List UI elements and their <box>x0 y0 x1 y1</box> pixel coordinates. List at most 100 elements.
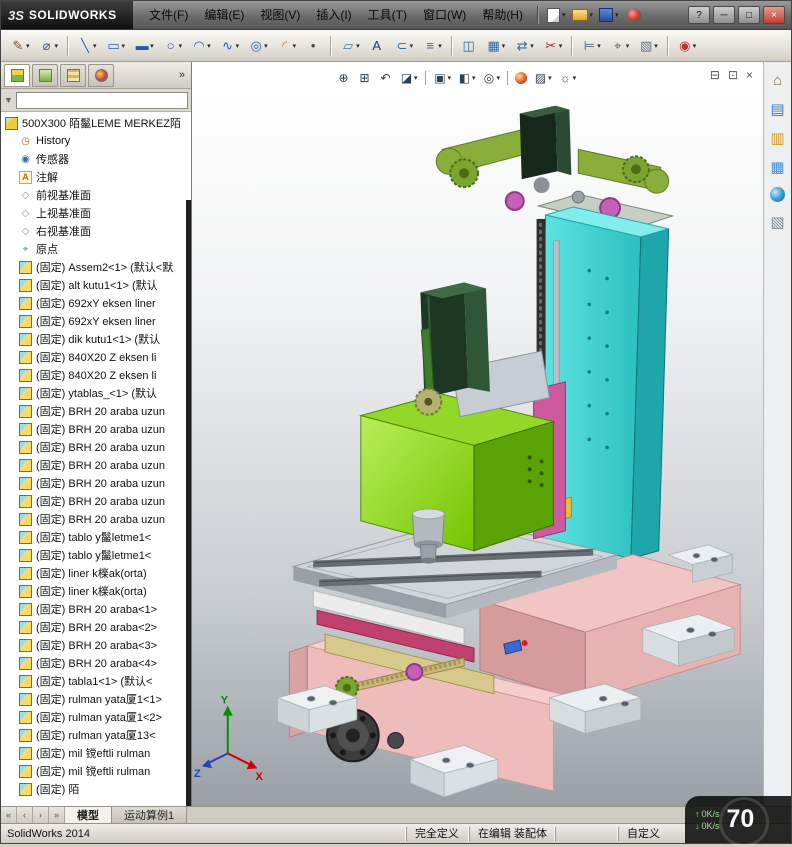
tab-nav-button-0[interactable]: « <box>1 807 17 823</box>
trim-entities-button[interactable]: ✂ ▾ <box>539 33 567 59</box>
tree-item[interactable]: ⌖ 原点 <box>1 240 191 258</box>
tab-nav-button-2[interactable]: › <box>33 807 49 823</box>
display-relations-button[interactable]: ⊨ ▾ <box>577 33 605 59</box>
save-button[interactable]: ▾ <box>596 6 622 24</box>
tree-item[interactable]: (固定) tablo y鬣letme1< <box>1 528 191 546</box>
tree-item[interactable]: (固定) 692xY eksen liner <box>1 312 191 330</box>
tree-item[interactable]: (固定) tablo y鬣letme1< <box>1 546 191 564</box>
new-document-button[interactable]: ▾ <box>544 6 569 25</box>
centerpoint-arc-button[interactable]: ◠ ▾ <box>187 33 215 59</box>
appearances-icon[interactable] <box>770 187 785 202</box>
solidworks-resources-icon[interactable]: ⌂ <box>773 72 782 89</box>
tree-item[interactable]: (固定) BRH 20 araba uzun <box>1 402 191 420</box>
straight-slot-button[interactable]: ▬ ▾ <box>130 33 158 59</box>
panel-tabs-overflow-button[interactable]: » <box>176 69 188 81</box>
file-explorer-icon[interactable]: ▥ <box>770 129 784 147</box>
tree-item[interactable]: A 注解 <box>1 168 191 186</box>
tree-item[interactable]: ◇ 前视基准面 <box>1 186 191 204</box>
cnc-machine-model[interactable]: Y X Z <box>192 62 763 806</box>
document-close-button[interactable]: × <box>746 68 753 82</box>
text-button[interactable]: A <box>365 33 389 59</box>
tree-item[interactable]: (固定) BRH 20 araba<4> <box>1 654 191 672</box>
smart-dimension-button[interactable]: ⌀ ▾ <box>35 33 63 59</box>
zoom-to-area-button[interactable]: ⊞ <box>355 70 374 86</box>
minimize-button[interactable]: ─ <box>713 6 735 24</box>
help-button[interactable]: ? <box>688 6 710 24</box>
tree-item[interactable]: (固定) BRH 20 araba uzun <box>1 492 191 510</box>
previous-view-button[interactable]: ↶ <box>376 70 395 86</box>
tree-item[interactable]: (固定) BRH 20 araba<3> <box>1 636 191 654</box>
tree-item[interactable]: (固定) 692xY eksen liner <box>1 294 191 312</box>
tree-item[interactable]: (固定) BRH 20 araba<2> <box>1 618 191 636</box>
maximize-button[interactable]: □ <box>738 6 760 24</box>
viewport[interactable]: Y X Z ⊕ ⊞ ↶ ◪ ▾ ▣ ▾ ◧ ▾ ◎ ▾ ▨ ▾ ☼ ▾ ⊟ ⊡ × <box>192 62 763 806</box>
tree-item[interactable]: (固定) rulman yata厦13< <box>1 726 191 744</box>
tab-nav-button-3[interactable]: » <box>49 807 65 823</box>
tree-item[interactable]: (固定) liner k檪ak(orta) <box>1 582 191 600</box>
tree-item[interactable]: 500X300 陌鬣LEME MERKEZ陌 <box>1 114 191 132</box>
menu-item-0[interactable]: 文件(F) <box>141 1 196 29</box>
tree-item[interactable]: (固定) liner k檪ak(orta) <box>1 564 191 582</box>
edit-appearance-button[interactable] <box>513 71 529 85</box>
menu-item-1[interactable]: 编辑(E) <box>196 1 252 29</box>
tree-item[interactable]: (固定) Assem2<1> (默认<默 <box>1 258 191 276</box>
view-orientation-button[interactable]: ▣ ▾ <box>431 70 454 86</box>
tree-item[interactable]: (固定) mil 镋eftli rulman <box>1 762 191 780</box>
reference-plane-button[interactable]: ▱ ▾ <box>336 33 364 59</box>
tree-item[interactable]: (固定) dik kutu1<1> (默认 <box>1 330 191 348</box>
spindle-head[interactable] <box>358 282 566 564</box>
document-minimize-button[interactable]: ⊟ <box>710 68 720 82</box>
tree-item[interactable]: (固定) BRH 20 araba uzun <box>1 438 191 456</box>
convert-entities-button[interactable]: ⊂ ▾ <box>390 33 418 59</box>
tree-item[interactable]: (固定) 840X20 Z eksen li <box>1 348 191 366</box>
tab-displaymanager[interactable] <box>88 63 114 87</box>
spline-button[interactable]: ∿ ▾ <box>216 33 244 59</box>
net-speed-overlay[interactable]: ↑ 0K/s ↓ 0K/s 70 <box>685 796 791 847</box>
quick-snaps-button[interactable]: ⌖ ▾ <box>606 33 634 59</box>
point-button[interactable]: • <box>301 33 325 59</box>
tree-item[interactable]: (固定) 陌 <box>1 780 191 798</box>
close-button[interactable]: × <box>763 6 785 24</box>
tree-item[interactable]: (固定) 840X20 Z eksen li <box>1 366 191 384</box>
tree-item[interactable]: (固定) BRH 20 araba uzun <box>1 456 191 474</box>
tree-item[interactable]: (固定) rulman yata厦1<1> <box>1 690 191 708</box>
menu-item-5[interactable]: 窗口(W) <box>415 1 474 29</box>
tree-item[interactable]: ◇ 上视基准面 <box>1 204 191 222</box>
tree-item[interactable]: (固定) alt kutu1<1> (默认 <box>1 276 191 294</box>
ellipse-button[interactable]: ◎ ▾ <box>244 33 272 59</box>
design-library-icon[interactable]: ▤ <box>770 100 784 118</box>
sketch-picture-button[interactable]: ▧ ▾ <box>634 33 662 59</box>
rapid-sketch-button[interactable]: ◉ ▾ <box>673 33 701 59</box>
offset-entities-button[interactable]: ≡ ▾ <box>418 33 446 59</box>
resource-monitor-icon[interactable] <box>627 8 641 22</box>
menu-item-4[interactable]: 工具(T) <box>360 1 415 29</box>
tree-scrollbar[interactable] <box>186 200 191 806</box>
tree-item[interactable]: ◷ History <box>1 132 191 150</box>
tab-featuremanager-tree[interactable] <box>4 63 30 87</box>
move-entities-button[interactable]: ⇄ ▾ <box>510 33 538 59</box>
mirror-entities-button[interactable]: ◫ <box>457 33 481 59</box>
tree-item[interactable]: ◉ 传感器 <box>1 150 191 168</box>
display-style-button[interactable]: ◧ ▾ <box>455 70 478 86</box>
document-restore-button[interactable]: ⊡ <box>728 68 738 82</box>
menu-item-6[interactable]: 帮助(H) <box>474 1 531 29</box>
tab-model[interactable]: 模型 <box>65 807 112 823</box>
line-button[interactable]: ╲ ▾ <box>73 33 101 59</box>
view-palette-icon[interactable]: ▦ <box>770 158 784 176</box>
circle-button[interactable]: ○ ▾ <box>159 33 187 59</box>
sketch-button[interactable]: ✎ ▾ <box>6 33 34 59</box>
tree-item[interactable]: (固定) BRH 20 araba uzun <box>1 474 191 492</box>
tab-configurationmanager[interactable] <box>60 63 86 87</box>
sketch-fillet-button[interactable]: ◜ ▾ <box>273 33 301 59</box>
open-button[interactable]: ▾ <box>569 7 597 23</box>
tab-motion-study[interactable]: 运动算例1 <box>112 807 188 823</box>
corner-rectangle-button[interactable]: ▭ ▾ <box>102 33 130 59</box>
tree-item[interactable]: ◇ 右视基准面 <box>1 222 191 240</box>
tree-item[interactable]: (固定) rulman yata厦1<2> <box>1 708 191 726</box>
menu-item-3[interactable]: 插入(I) <box>308 1 359 29</box>
tree-item[interactable]: (固定) BRH 20 araba uzun <box>1 420 191 438</box>
tree-item[interactable]: (固定) tabla1<1> (默认< <box>1 672 191 690</box>
menu-item-2[interactable]: 视图(V) <box>252 1 308 29</box>
section-view-button[interactable]: ◪ ▾ <box>397 70 420 86</box>
tree-item[interactable]: (固定) mil 镋eftli rulman <box>1 744 191 762</box>
